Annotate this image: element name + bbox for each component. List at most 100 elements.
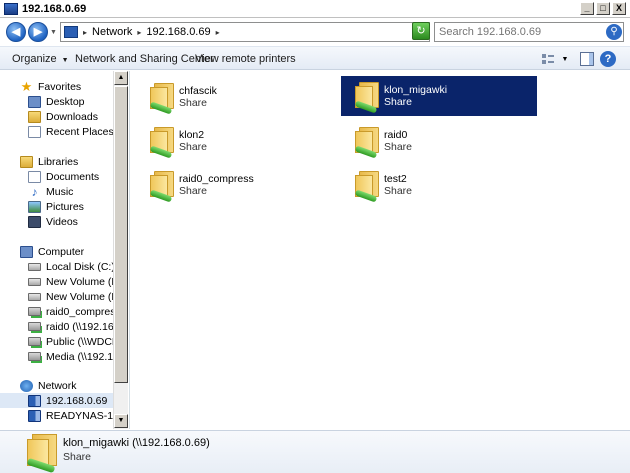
share-name: chfascik — [179, 85, 217, 97]
hard-drive-icon — [28, 292, 41, 301]
file-list: chfascik Share klon_migawki Share klon2 … — [129, 71, 630, 429]
hard-drive-icon — [28, 277, 41, 286]
nav-item-downloads[interactable]: Downloads — [0, 109, 113, 124]
forward-button[interactable]: ▶ — [28, 22, 48, 42]
nav-item-media-drive[interactable]: Media (\\192.168.0 — [0, 349, 113, 364]
chevron-right-icon[interactable]: ▸ — [83, 28, 87, 37]
nav-item-public-drive[interactable]: Public (\\WDCENTR — [0, 334, 113, 349]
share-item-chfascik[interactable]: chfascik Share — [136, 77, 332, 117]
nav-libraries[interactable]: Libraries — [0, 154, 113, 169]
hard-drive-icon — [28, 262, 41, 271]
preview-pane-button[interactable] — [579, 50, 595, 68]
desktop-icon — [28, 95, 41, 108]
share-item-test2[interactable]: test2 Share — [341, 165, 537, 205]
change-view-button[interactable] — [540, 50, 556, 68]
share-name: test2 — [384, 173, 407, 185]
shared-folder-icon — [354, 82, 379, 114]
share-item-raid0[interactable]: raid0 Share — [341, 121, 537, 161]
share-name: klon_migawki — [384, 84, 448, 96]
window-title: 192.168.0.69 — [22, 2, 87, 15]
refresh-button[interactable]: ↻ — [412, 22, 430, 40]
nav-item-recent-places[interactable]: Recent Places — [0, 124, 113, 139]
nav-item-new-volume-e[interactable]: New Volume (E:) — [0, 289, 113, 304]
close-button[interactable]: X — [612, 2, 626, 15]
nav-item-desktop[interactable]: Desktop — [0, 94, 113, 109]
nav-item-pictures[interactable]: Pictures — [0, 199, 113, 214]
nav-item-raid0-compress-drive[interactable]: raid0_compress (\\ — [0, 304, 113, 319]
computer-icon — [28, 394, 41, 407]
nav-item-videos[interactable]: Videos — [0, 214, 113, 229]
nav-favorites[interactable]: ★ Favorites — [0, 79, 113, 94]
details-pane: klon_migawki (\\192.168.0.69) Share — [0, 430, 630, 473]
network-drive-icon — [28, 337, 41, 346]
scroll-up-icon[interactable]: ▲ — [114, 71, 128, 85]
star-icon: ★ — [20, 79, 33, 94]
nav-item-documents[interactable]: Documents — [0, 169, 113, 184]
nav-item-host-192-168-0-69[interactable]: 192.168.0.69 — [0, 393, 113, 408]
search-input[interactable] — [435, 23, 605, 41]
nav-scrollbar[interactable]: ▲ ▼ — [113, 71, 128, 429]
address-bar[interactable]: ▸ Network ▸ 192.168.0.69 ▸ ▼ — [60, 22, 430, 42]
details-title: klon_migawki (\\192.168.0.69) — [63, 437, 210, 449]
window-controls: _ □ X — [580, 2, 626, 15]
network-sharing-center-button[interactable]: Network and Sharing Center — [75, 53, 214, 65]
nav-item-local-disk-c[interactable]: Local Disk (C:) — [0, 259, 113, 274]
title-bar: 192.168.0.69 _ □ X — [0, 0, 630, 18]
shared-folder-icon — [26, 434, 57, 473]
nav-item-music[interactable]: ♪ Music — [0, 184, 113, 199]
network-icon — [64, 26, 78, 38]
breadcrumb-network[interactable]: Network — [92, 26, 132, 38]
nav-computer[interactable]: Computer — [0, 244, 113, 259]
network-globe-icon — [20, 379, 33, 392]
help-button[interactable]: ? — [600, 50, 616, 68]
share-type: Share — [384, 185, 413, 197]
share-item-raid0-compress[interactable]: raid0_compress Share — [136, 165, 332, 205]
shared-folder-icon — [149, 127, 174, 159]
command-bar: Organize ▼ Network and Sharing Center Vie… — [0, 46, 630, 70]
shared-folder-icon — [354, 127, 379, 159]
shared-folder-icon — [354, 171, 379, 203]
share-name: raid0_compress — [179, 173, 254, 185]
address-row: ◀ ▶ ▼ ▸ Network ▸ 192.168.0.69 ▸ ▼ ↻ ⚲ — [0, 19, 630, 45]
network-drive-icon — [28, 322, 41, 331]
share-item-klon2[interactable]: klon2 Share — [136, 121, 332, 161]
nav-item-readynas-1[interactable]: READYNAS-1 — [0, 408, 113, 423]
nav-network[interactable]: Network — [0, 378, 113, 393]
recent-pages-dropdown-icon[interactable]: ▼ — [50, 29, 57, 36]
nav-item-raid0-drive[interactable]: raid0 (\\192.168.0 — [0, 319, 113, 334]
views-dropdown-icon[interactable]: ▼ — [560, 50, 570, 68]
share-name: raid0 — [384, 129, 408, 141]
music-icon: ♪ — [31, 184, 38, 199]
share-type: Share — [179, 141, 208, 153]
chevron-right-icon[interactable]: ▸ — [137, 28, 141, 37]
share-item-klon-migawki[interactable]: klon_migawki Share — [341, 76, 537, 116]
details-type: Share — [63, 451, 92, 463]
libraries-icon — [20, 155, 33, 168]
shared-folder-icon — [149, 171, 174, 203]
help-icon: ? — [600, 51, 616, 67]
nav-item-new-volume-d[interactable]: New Volume (D:) — [0, 274, 113, 289]
chevron-down-icon: ▼ — [61, 57, 69, 64]
share-type: Share — [179, 185, 208, 197]
chevron-right-icon[interactable]: ▸ — [216, 28, 220, 37]
network-icon — [4, 2, 18, 15]
organize-menu[interactable]: Organize ▼ — [12, 53, 69, 65]
minimize-button[interactable]: _ — [580, 2, 594, 15]
maximize-button[interactable]: □ — [596, 2, 610, 15]
back-button[interactable]: ◀ — [6, 22, 26, 42]
share-type: Share — [179, 97, 208, 109]
computer-icon — [28, 409, 41, 422]
pictures-icon — [28, 200, 41, 213]
network-drive-icon — [28, 307, 41, 316]
breadcrumb-host[interactable]: 192.168.0.69 — [146, 26, 210, 38]
scrollbar-thumb[interactable] — [114, 86, 128, 383]
share-type: Share — [384, 96, 413, 108]
shared-folder-icon — [149, 83, 174, 115]
videos-icon — [28, 215, 41, 228]
share-type: Share — [384, 141, 413, 153]
view-remote-printers-button[interactable]: View remote printers — [195, 53, 296, 65]
scroll-down-icon[interactable]: ▼ — [114, 414, 128, 428]
search-box: ⚲ — [434, 22, 624, 42]
search-icon[interactable]: ⚲ — [606, 24, 622, 40]
computer-icon — [20, 245, 33, 258]
